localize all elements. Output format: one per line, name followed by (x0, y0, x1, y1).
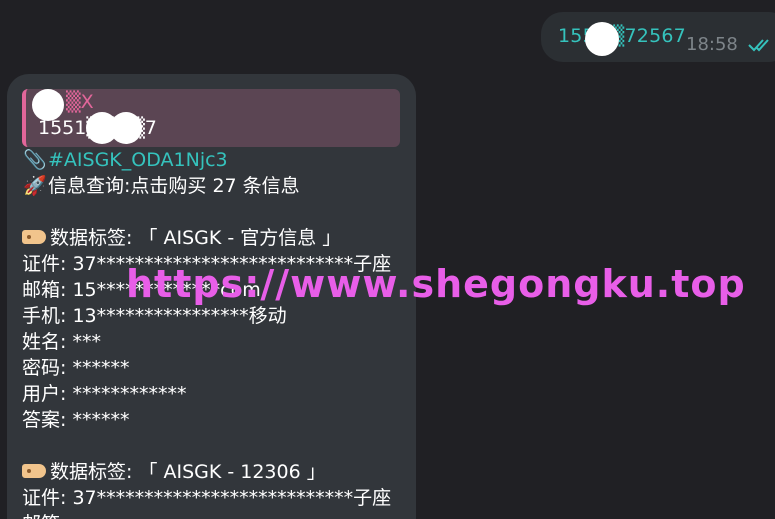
field-line: 密码: ****** (22, 357, 130, 379)
data-label-line: 数据标签: 「 AISGK - 官方信息 」 (22, 225, 422, 251)
field-line: 答案: ****** (22, 409, 130, 431)
message-time: 18:58 (686, 34, 738, 55)
outgoing-message-text: 155▒▒72567 (558, 25, 686, 47)
field-line: 手机: 13****************移动 (22, 305, 287, 327)
query-line: 🚀信息查询:点击购买 27 条信息 (22, 173, 422, 199)
reply-sender-name: ▒X (66, 91, 94, 113)
data-label-text: 数据标签: 「 AISGK - 官方信息 」 (50, 227, 342, 249)
field-line: 用户: ************ (22, 383, 187, 405)
outgoing-message-bubble[interactable]: 155▒▒72567 18:58 (541, 12, 775, 62)
chat-area: 155▒▒72567 18:58 ▒X 1551▒▒▒▒7 📎#AISGK_OD… (0, 0, 775, 519)
tag-icon (22, 229, 46, 244)
redaction-blob (585, 22, 619, 56)
paperclip-icon: 📎 (23, 149, 47, 171)
message-body: 📎#AISGK_ODA1Njc3 🚀信息查询:点击购买 27 条信息 数据标签:… (22, 147, 422, 519)
field-line: 姓名: *** (22, 331, 101, 353)
redaction-blob (110, 112, 142, 144)
field-line: 证件: 37***************************子座 (22, 487, 392, 509)
data-label-line: 数据标签: 「 AISGK - 12306 」 (22, 459, 422, 485)
hashtag-link[interactable]: #AISGK_ODA1Njc3 (48, 149, 228, 171)
hashtag-line: 📎#AISGK_ODA1Njc3 (22, 147, 422, 173)
query-text: 信息查询:点击购买 27 条信息 (48, 175, 300, 197)
watermark-text: https://www.shegongku.top (126, 262, 746, 306)
reply-quote[interactable]: ▒X 1551▒▒▒▒7 (22, 89, 400, 147)
data-label-text: 数据标签: 「 AISGK - 12306 」 (50, 461, 326, 483)
tag-icon (22, 463, 46, 478)
rocket-icon: 🚀 (23, 175, 47, 197)
double-check-icon (748, 39, 769, 52)
field-line: 邮箱: (22, 511, 422, 519)
